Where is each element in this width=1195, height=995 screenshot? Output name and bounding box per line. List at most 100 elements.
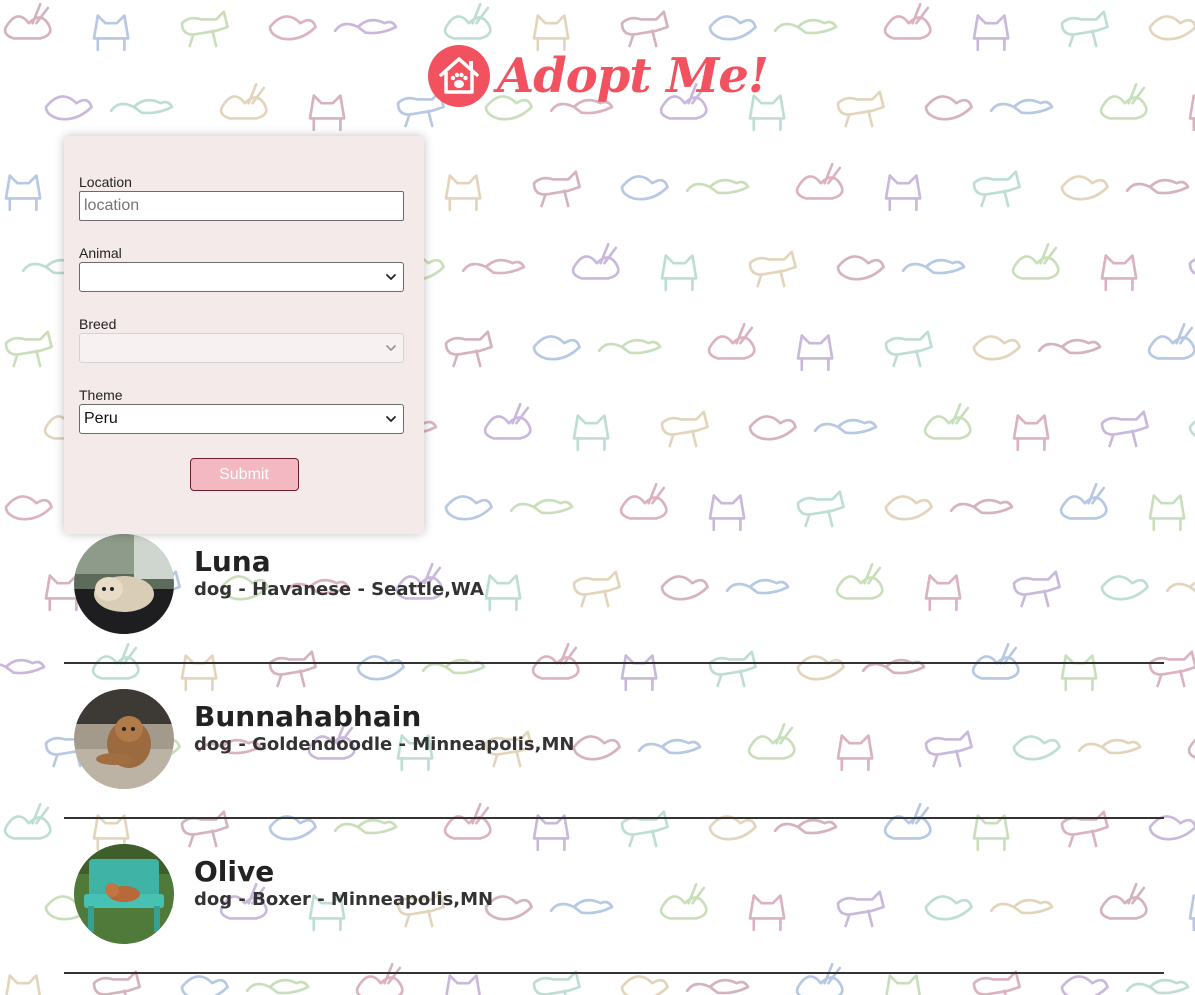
pet-name: Bunnahabhain xyxy=(194,700,422,733)
animal-doodle xyxy=(4,174,42,212)
pet-description: dog - Havanese - Seattle,WA xyxy=(194,579,484,600)
animal-doodle xyxy=(748,415,797,441)
animal-doodle xyxy=(245,978,310,995)
pet-info: Luna dog - Havanese - Seattle,WA xyxy=(194,546,484,602)
animal-field: Animal xyxy=(79,245,409,292)
animal-doodle xyxy=(509,498,574,515)
animal-doodle xyxy=(685,178,750,195)
animal-doodle xyxy=(532,970,581,995)
animal-label: Animal xyxy=(79,245,122,261)
animal-doodle xyxy=(796,490,845,528)
animal-doodle xyxy=(3,802,52,840)
animal-doodle xyxy=(813,418,878,435)
animal-doodle xyxy=(1100,410,1149,448)
theme-select[interactable]: Peru xyxy=(79,404,404,434)
animal-doodle xyxy=(1148,494,1186,532)
animal-doodle xyxy=(4,330,53,368)
animal-doodle xyxy=(4,495,53,521)
animal-doodle xyxy=(795,162,844,200)
animal-doodle xyxy=(748,250,797,288)
animal-doodle xyxy=(923,402,972,440)
animal-doodle xyxy=(1037,338,1102,355)
pet-name: Olive xyxy=(194,855,275,888)
animal-doodle xyxy=(597,338,662,355)
animal-doodle xyxy=(1188,894,1195,932)
location-label: Location xyxy=(79,174,132,190)
animal-doodle xyxy=(949,498,1014,515)
animal-doodle xyxy=(1060,975,1109,995)
animal-doodle xyxy=(1011,242,1060,280)
animal-doodle xyxy=(180,975,229,995)
animal-doodle xyxy=(972,970,1021,995)
animal-doodle xyxy=(708,494,746,532)
search-form: Location Animal Breed Theme Peru Subm xyxy=(64,136,424,534)
animal-doodle xyxy=(883,2,932,40)
pet-info: Olive dog - Boxer - Minneapolis,MN xyxy=(194,856,493,912)
chevron-down-icon xyxy=(386,274,396,280)
site-title: Adopt Me! xyxy=(496,48,769,104)
breed-field: Breed xyxy=(79,316,409,363)
animal-doodle xyxy=(445,974,481,995)
location-field: Location xyxy=(79,174,409,221)
animal-select[interactable] xyxy=(79,262,404,292)
breed-select[interactable] xyxy=(79,333,404,363)
animal-doodle xyxy=(1147,322,1195,360)
pet-info: Bunnahabhain dog - Goldendoodle - Minnea… xyxy=(194,701,574,757)
animal-doodle xyxy=(620,975,669,995)
animal-doodle xyxy=(884,495,933,521)
animal-doodle xyxy=(444,174,482,212)
pet-card-luna[interactable]: Luna dog - Havanese - Seattle,WA xyxy=(64,534,1164,664)
animal-doodle xyxy=(836,255,885,281)
pet-results: Luna dog - Havanese - Seattle,WA Bunnaha… xyxy=(64,534,1164,974)
animal-doodle xyxy=(660,410,709,448)
animal-doodle xyxy=(1059,482,1108,520)
animal-doodle xyxy=(572,414,610,452)
animal-doodle xyxy=(1125,178,1190,195)
chevron-down-icon xyxy=(386,416,396,422)
animal-doodle xyxy=(685,978,750,995)
theme-select-value: Peru xyxy=(84,410,118,427)
animal-doodle xyxy=(660,254,698,292)
location-input[interactable] xyxy=(79,191,404,221)
pet-photo xyxy=(74,844,174,944)
animal-doodle xyxy=(0,658,46,675)
animal-doodle xyxy=(1012,414,1050,452)
pet-photo xyxy=(74,689,174,789)
animal-doodle xyxy=(444,330,493,368)
animal-doodle xyxy=(461,258,526,275)
animal-doodle xyxy=(444,495,493,521)
site-header: Adopt Me! xyxy=(0,36,1195,116)
theme-label: Theme xyxy=(79,387,123,403)
animal-doodle xyxy=(796,334,834,372)
pet-photo xyxy=(74,534,174,634)
animal-doodle xyxy=(1165,581,1195,593)
animal-doodle xyxy=(1125,978,1190,995)
animal-doodle xyxy=(1060,175,1109,201)
animal-doodle xyxy=(707,322,756,360)
animal-doodle xyxy=(333,18,398,35)
animal-doodle xyxy=(483,402,532,440)
animal-doodle xyxy=(443,2,492,40)
animal-doodle xyxy=(92,970,141,995)
animal-doodle xyxy=(773,18,838,35)
animal-doodle xyxy=(885,974,921,995)
animal-doodle xyxy=(5,974,41,995)
home-logo-link[interactable]: Adopt Me! xyxy=(427,44,769,108)
animal-doodle xyxy=(972,335,1021,361)
pet-card-olive[interactable]: Olive dog - Boxer - Minneapolis,MN xyxy=(64,819,1164,974)
animal-doodle xyxy=(884,174,922,212)
animal-doodle xyxy=(1100,254,1138,292)
pet-description: dog - Boxer - Minneapolis,MN xyxy=(194,889,494,910)
animal-doodle xyxy=(571,242,620,280)
animal-doodle xyxy=(972,170,1021,208)
chevron-down-icon xyxy=(386,345,396,351)
animal-doodle xyxy=(901,258,966,275)
animal-doodle xyxy=(1188,420,1195,437)
animal-doodle xyxy=(3,2,52,40)
animal-doodle xyxy=(620,175,669,201)
pet-description: dog - Goldendoodle - Minneapolis,MN xyxy=(194,734,575,755)
breed-label: Breed xyxy=(79,316,117,332)
submit-button[interactable]: Submit xyxy=(189,458,299,491)
animal-doodle xyxy=(532,170,581,208)
pet-card-bunnahabhain[interactable]: Bunnahabhain dog - Goldendoodle - Minnea… xyxy=(64,664,1164,819)
